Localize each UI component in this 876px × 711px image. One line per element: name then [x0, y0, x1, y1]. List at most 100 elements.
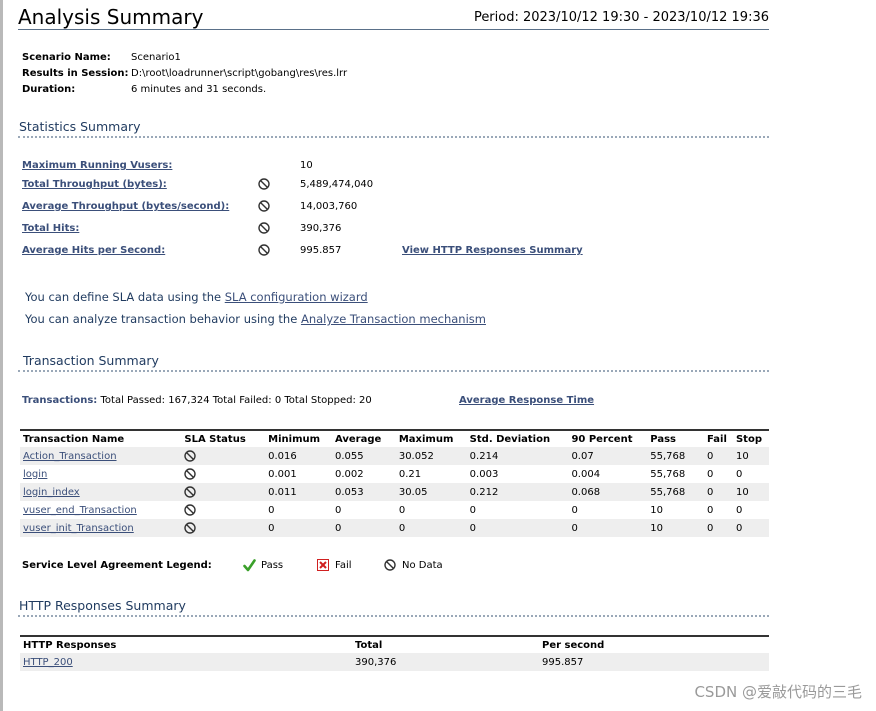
stat-avg-hits-value: 995.857	[300, 245, 342, 256]
cell-minimum: 0.001	[265, 465, 332, 483]
transaction-divider	[18, 370, 769, 372]
view-http-responses-link[interactable]: View HTTP Responses Summary	[402, 245, 583, 256]
no-data-icon	[184, 486, 262, 498]
no-data-icon	[258, 200, 270, 212]
scenario-name-value: Scenario1	[131, 52, 181, 63]
http-response-link[interactable]: HTTP_200	[23, 657, 73, 668]
col-total: Total	[352, 635, 539, 653]
sla-analyze-text: You can analyze transaction behavior usi…	[25, 312, 301, 326]
table-row: vuser_init_Transaction 0 0 0 0 0 10 0 0	[20, 519, 769, 537]
period-label: Period: 2023/10/12 19:30 - 2023/10/12 19…	[473, 10, 769, 25]
transaction-name-link[interactable]: vuser_init_Transaction	[23, 523, 134, 534]
table-header-row: Transaction Name SLA Status Minimum Aver…	[20, 429, 769, 447]
sla-status-cell	[181, 447, 266, 465]
stat-max-vusers-link[interactable]: Maximum Running Vusers:	[22, 160, 172, 171]
cell-std-deviation: 0.212	[466, 483, 569, 501]
results-session-value: D:\root\loadrunner\script\gobang\res\res…	[131, 68, 348, 79]
col-maximum: Maximum	[395, 429, 467, 447]
cell-stop: 10	[732, 483, 769, 501]
stat-max-vusers-value: 10	[300, 160, 313, 171]
cell-average: 0.055	[332, 447, 396, 465]
transaction-summary-heading: Transaction Summary	[23, 353, 159, 368]
cell-maximum: 0	[395, 519, 467, 537]
no-data-icon	[258, 244, 270, 256]
sla-analyze-line: You can analyze transaction behavior usi…	[25, 312, 486, 326]
transaction-table: Transaction Name SLA Status Minimum Aver…	[20, 429, 769, 537]
cell-stop: 10	[732, 447, 769, 465]
transactions-totals: Total Passed: 167,324 Total Failed: 0 To…	[97, 395, 372, 406]
http-divider	[18, 615, 769, 617]
legend-pass-label: Pass	[261, 560, 284, 571]
col-std-deviation: Std. Deviation	[466, 429, 569, 447]
table-row: Action_Transaction 0.016 0.055 30.052 0.…	[20, 447, 769, 465]
col-pass: Pass	[647, 429, 705, 447]
sla-status-cell	[181, 465, 266, 483]
transaction-name-link[interactable]: login	[23, 469, 47, 480]
table-row: login 0.001 0.002 0.21 0.003 0.004 55,76…	[20, 465, 769, 483]
stat-total-hits-link[interactable]: Total Hits:	[22, 223, 79, 234]
stat-avg-throughput-link[interactable]: Average Throughput (bytes/second):	[22, 201, 229, 212]
col-90-percent: 90 Percent	[568, 429, 648, 447]
fail-x-icon	[317, 559, 329, 571]
stat-avg-hits-link[interactable]: Average Hits per Second:	[22, 245, 165, 256]
cell-maximum: 30.052	[395, 447, 467, 465]
http-responses-table: HTTP Responses Total Per second HTTP_200…	[20, 635, 769, 671]
cell-pass: 55,768	[647, 465, 705, 483]
no-data-icon	[184, 504, 262, 516]
no-data-icon	[184, 522, 262, 534]
watermark: CSDN @爱敲代码的三毛	[694, 683, 862, 701]
sla-status-cell	[181, 483, 266, 501]
cell-pass: 55,768	[647, 483, 705, 501]
cell-stop: 0	[732, 465, 769, 483]
duration-label: Duration:	[22, 84, 76, 95]
legend-fail-label: Fail	[335, 560, 352, 571]
sla-legend-title: Service Level Agreement Legend:	[22, 560, 212, 571]
cell-std-deviation: 0	[466, 501, 569, 519]
cell-std-deviation: 0.214	[466, 447, 569, 465]
sla-status-cell	[181, 501, 266, 519]
transaction-name-link[interactable]: login_index	[23, 487, 80, 498]
cell-minimum: 0	[265, 519, 332, 537]
stat-total-hits-value: 390,376	[300, 223, 342, 234]
cell-maximum: 30.05	[395, 483, 467, 501]
average-response-time-link[interactable]: Average Response Time	[459, 395, 594, 406]
cell-minimum: 0.011	[265, 483, 332, 501]
cell-average: 0	[332, 501, 396, 519]
sla-status-cell	[181, 519, 266, 537]
cell-fail: 0	[704, 465, 733, 483]
col-stop: Stop	[732, 429, 769, 447]
cell-stop: 0	[732, 501, 769, 519]
cell-minimum: 0	[265, 501, 332, 519]
cell-average: 0.002	[332, 465, 396, 483]
col-per-second: Per second	[539, 635, 769, 653]
cell-std-deviation: 0	[466, 519, 569, 537]
page-title: Analysis Summary	[18, 5, 204, 29]
cell-total: 390,376	[352, 653, 539, 671]
cell-std-deviation: 0.003	[466, 465, 569, 483]
col-http-responses: HTTP Responses	[20, 635, 352, 653]
col-fail: Fail	[704, 429, 733, 447]
statistics-divider	[18, 136, 769, 138]
cell-fail: 0	[704, 501, 733, 519]
col-transaction-name: Transaction Name	[20, 429, 182, 447]
cell-pass: 55,768	[647, 447, 705, 465]
table-row: login_index 0.011 0.053 30.05 0.212 0.06…	[20, 483, 769, 501]
duration-value: 6 minutes and 31 seconds.	[131, 84, 267, 95]
http-summary-heading: HTTP Responses Summary	[19, 598, 186, 613]
cell-fail: 0	[704, 447, 733, 465]
scenario-name-label: Scenario Name:	[22, 52, 111, 63]
stat-avg-throughput-value: 14,003,760	[300, 201, 358, 212]
cell-per-second: 995.857	[539, 653, 769, 671]
transactions-link[interactable]: Transactions:	[22, 395, 97, 406]
header-divider	[18, 29, 769, 30]
cell-minimum: 0.016	[265, 447, 332, 465]
cell-maximum: 0	[395, 501, 467, 519]
sla-wizard-link[interactable]: SLA configuration wizard	[225, 290, 368, 304]
analyze-transaction-link[interactable]: Analyze Transaction mechanism	[301, 312, 486, 326]
table-row: HTTP_200 390,376 995.857	[20, 653, 769, 671]
stat-total-throughput-link[interactable]: Total Throughput (bytes):	[22, 179, 167, 190]
transaction-name-link[interactable]: vuser_end_Transaction	[23, 505, 137, 516]
cell-90-percent: 0	[568, 501, 648, 519]
table-header-row: HTTP Responses Total Per second	[20, 635, 769, 653]
transaction-name-link[interactable]: Action_Transaction	[23, 451, 117, 462]
